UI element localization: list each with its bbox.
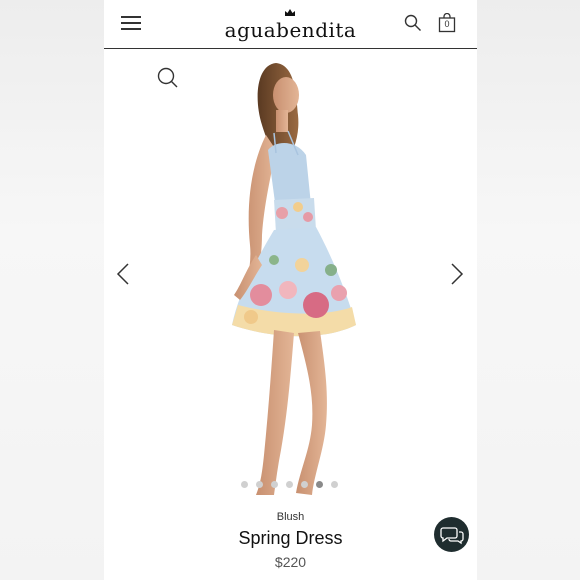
background-right [477,0,580,580]
chat-button[interactable] [434,517,469,552]
chevron-right-icon[interactable] [450,262,464,286]
product-page: aguabendita 0 Blush Spring Dress $220 [104,0,477,580]
chevron-left-icon[interactable] [116,262,130,286]
gallery-dot[interactable] [271,481,278,488]
product-price: $220 [274,554,307,570]
chat-icon [440,527,464,545]
cart-count: 0 [444,19,450,29]
gallery-dot[interactable] [286,481,293,488]
zoom-icon[interactable] [157,67,179,89]
product-color: Blush [276,511,305,523]
search-icon[interactable] [404,14,422,32]
gallery-dots [241,481,338,488]
crown-icon [285,9,295,16]
site-header: aguabendita 0 [104,0,477,49]
gallery-dot[interactable] [241,481,248,488]
gallery-dot[interactable] [301,481,308,488]
gallery-dot[interactable] [256,481,263,488]
gallery-dot[interactable] [331,481,338,488]
product-name: Spring Dress [238,528,343,548]
background-left [0,0,104,580]
product-image[interactable] [216,55,376,505]
gallery-dot-active[interactable] [316,481,323,488]
